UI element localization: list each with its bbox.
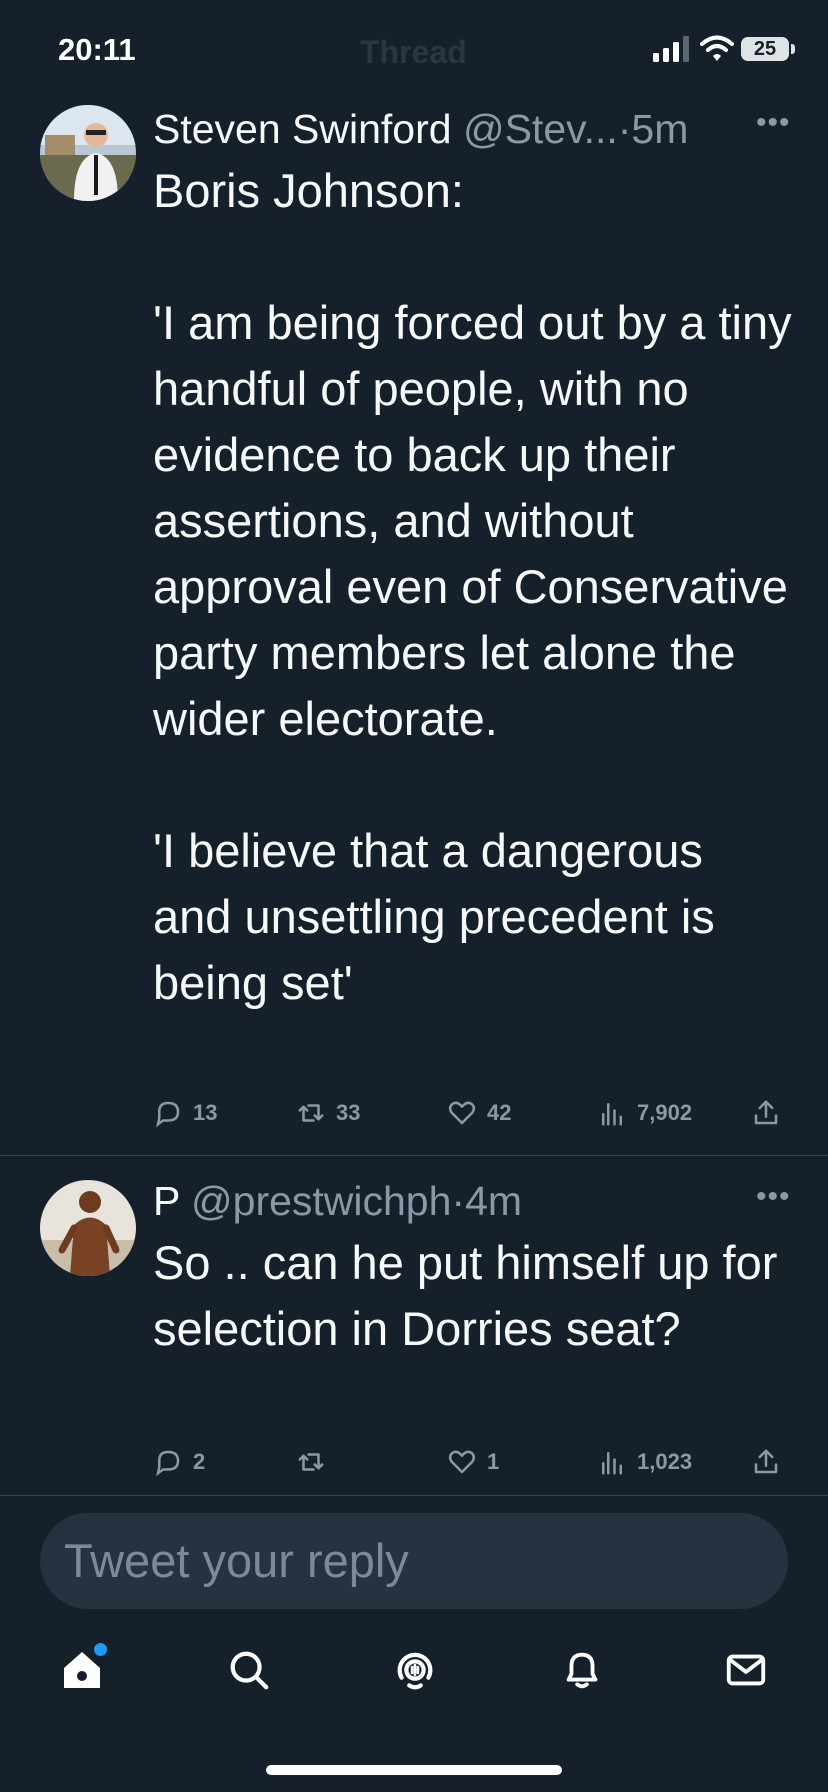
divider [0, 1155, 828, 1156]
tab-bar [0, 1640, 828, 1720]
tweet-header: P @prestwichph·4m [153, 1178, 522, 1225]
views-button[interactable]: 1,023 [597, 1442, 692, 1482]
retweet-button[interactable]: 33 [296, 1093, 360, 1133]
avatar[interactable] [40, 105, 136, 201]
reply-icon [156, 1101, 180, 1128]
reply-count: 13 [193, 1100, 218, 1125]
status-time: 20:11 [58, 32, 136, 67]
retweet-count: 33 [336, 1100, 361, 1125]
author-name[interactable]: Steven Swinford [153, 106, 452, 152]
nav-title: Thread [360, 34, 467, 70]
like-button[interactable]: 42 [447, 1093, 511, 1133]
tweet-actions: 2 1 1,023 [153, 1442, 793, 1482]
views-button[interactable]: 7,902 [597, 1093, 692, 1133]
tweet-time: 4m [465, 1178, 523, 1224]
more-options-icon[interactable]: ••• [756, 106, 791, 140]
dot-separator: · [617, 106, 632, 152]
tweet-text: Boris Johnson: 'I am being forced out by… [153, 164, 792, 1009]
reply-count: 2 [193, 1449, 206, 1474]
author-name[interactable]: P [153, 1178, 180, 1224]
retweet-icon [298, 1453, 324, 1471]
battery-indicator: 25 [741, 37, 789, 61]
more-options-icon[interactable]: ••• [756, 1180, 791, 1214]
views-icon [602, 1103, 622, 1126]
tab-spaces[interactable] [385, 1640, 445, 1700]
reply-icon [156, 1450, 180, 1477]
tab-notifications[interactable] [552, 1640, 612, 1700]
like-count: 1 [487, 1449, 500, 1474]
like-button[interactable]: 1 [447, 1442, 499, 1482]
dot-separator: · [451, 1178, 466, 1224]
tab-search[interactable] [219, 1640, 279, 1700]
heart-icon [448, 1450, 476, 1474]
share-button[interactable] [751, 1442, 791, 1482]
views-icon [602, 1452, 622, 1475]
tweet-time: 5m [631, 106, 689, 152]
share-icon [754, 1449, 778, 1474]
share-button[interactable] [751, 1093, 791, 1133]
status-bar: Thread 20:11 25 [0, 0, 828, 100]
tweet-header: Steven Swinford @Stev...·5m [153, 106, 688, 153]
tab-messages[interactable] [716, 1640, 776, 1700]
tweet-text: So .. can he put himself up for selectio… [153, 1236, 791, 1355]
spaces-icon [397, 1652, 433, 1690]
battery-tip [791, 44, 795, 54]
views-count: 7,902 [637, 1100, 693, 1125]
wifi-icon [700, 35, 734, 61]
views-count: 1,023 [637, 1449, 693, 1474]
divider [0, 1495, 828, 1496]
heart-icon [448, 1101, 476, 1125]
notifications-icon [566, 1652, 598, 1689]
reply-button[interactable]: 2 [153, 1442, 205, 1482]
reply-placeholder: Tweet your reply [64, 1534, 409, 1587]
like-count: 42 [487, 1100, 512, 1125]
author-handle[interactable]: @Stev... [463, 106, 618, 152]
new-content-dot [94, 1643, 107, 1656]
home-indicator[interactable] [266, 1765, 562, 1775]
retweet-icon [298, 1104, 324, 1122]
reply-button[interactable]: 13 [153, 1093, 217, 1133]
cellular-signal-icon [653, 36, 689, 62]
tweet-actions: 13 33 42 7,902 [153, 1093, 793, 1133]
author-handle[interactable]: @prestwichph [191, 1178, 451, 1224]
avatar[interactable] [40, 1180, 136, 1276]
reply-input[interactable]: Tweet your reply [40, 1513, 788, 1609]
search-icon [230, 1651, 269, 1690]
messages-icon [726, 1654, 766, 1686]
retweet-button[interactable] [296, 1442, 336, 1482]
share-icon [754, 1100, 778, 1125]
